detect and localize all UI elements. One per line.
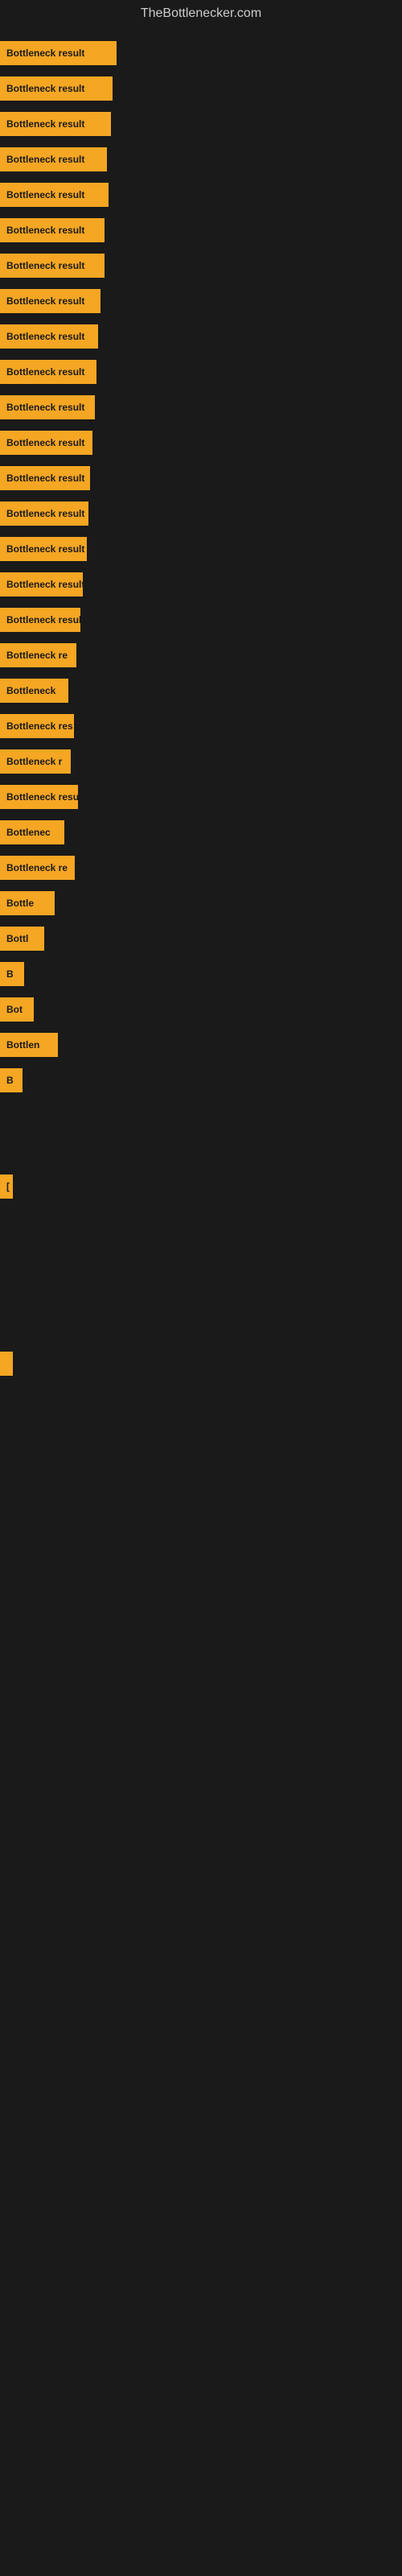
- bar-row: [0, 1275, 402, 1311]
- bar-row: Bottleneck res: [0, 708, 402, 744]
- bar-row: Bottleneck result: [0, 283, 402, 319]
- bottleneck-bar[interactable]: Bottleneck result: [0, 502, 88, 526]
- bottleneck-bar[interactable]: Bottleneck r: [0, 749, 71, 774]
- bar-row: Bottleneck: [0, 673, 402, 708]
- bar-row: Bottle: [0, 886, 402, 921]
- bar-row: Bottleneck result: [0, 567, 402, 602]
- bar-row: Bottleneck result: [0, 425, 402, 460]
- bar-row: Bottleneck r: [0, 744, 402, 779]
- bottleneck-bar[interactable]: Bottl: [0, 927, 44, 951]
- bar-row: B: [0, 1063, 402, 1098]
- bottleneck-bar[interactable]: Bottleneck result: [0, 572, 83, 597]
- bottleneck-bar[interactable]: Bottlen: [0, 1033, 58, 1057]
- bottleneck-bar[interactable]: Bottleneck result: [0, 147, 107, 171]
- bars-container: Bottleneck result Bottleneck result Bottle…: [0, 27, 402, 1389]
- bar-row: Bottleneck re: [0, 638, 402, 673]
- bottleneck-bar[interactable]: Bottleneck result: [0, 608, 80, 632]
- bar-row: [0, 1240, 402, 1275]
- site-title: TheBottlenecker.com: [0, 0, 402, 27]
- bottleneck-bar[interactable]: Bottleneck result: [0, 254, 105, 278]
- bar-row: [0, 1133, 402, 1169]
- bar-row: Bottleneck result: [0, 319, 402, 354]
- bottleneck-bar[interactable]: Bottleneck result: [0, 76, 113, 101]
- bottleneck-bar[interactable]: Bottleneck resu: [0, 785, 78, 809]
- bottleneck-bar[interactable]: Bottleneck: [0, 679, 68, 703]
- bar-row: Bottlen: [0, 1027, 402, 1063]
- bottleneck-bar[interactable]: Bottleneck result: [0, 431, 92, 455]
- bar-row: Bottleneck result: [0, 213, 402, 248]
- bottleneck-bar[interactable]: Bottleneck res: [0, 714, 74, 738]
- bottleneck-bar[interactable]: Bottleneck result: [0, 218, 105, 242]
- bottleneck-bar[interactable]: Bottleneck result: [0, 324, 98, 349]
- bottleneck-bar[interactable]: Bottleneck result: [0, 41, 117, 65]
- bottleneck-bar[interactable]: Bottleneck result: [0, 537, 87, 561]
- bar-row: Bottleneck result: [0, 248, 402, 283]
- bottleneck-bar[interactable]: Bottleneck result: [0, 360, 96, 384]
- bar-row: Bottleneck result: [0, 602, 402, 638]
- bar-row: Bottleneck result: [0, 496, 402, 531]
- bar-row: [0, 1311, 402, 1346]
- bar-row: Bottleneck result: [0, 390, 402, 425]
- bottleneck-bar[interactable]: Bottleneck result: [0, 183, 109, 207]
- bottleneck-bar[interactable]: Bottleneck re: [0, 643, 76, 667]
- bar-row: Bottlenec: [0, 815, 402, 850]
- bottleneck-bar[interactable]: Bottleneck result: [0, 289, 100, 313]
- bottleneck-bar[interactable]: Bottleneck result: [0, 466, 90, 490]
- bar-row: Bottl: [0, 921, 402, 956]
- bar-row: Bottleneck result: [0, 35, 402, 71]
- bar-row: [0, 1204, 402, 1240]
- bar-row: Bottleneck result: [0, 531, 402, 567]
- bottleneck-bar[interactable]: Bottlenec: [0, 820, 64, 844]
- bottleneck-bar[interactable]: Bottle: [0, 891, 55, 915]
- bottleneck-bar[interactable]: Bottleneck re: [0, 856, 75, 880]
- bar-row: Bottleneck re: [0, 850, 402, 886]
- bar-row: Bottleneck result: [0, 460, 402, 496]
- bar-row: Bottleneck resu: [0, 779, 402, 815]
- bottleneck-bar[interactable]: [: [0, 1174, 13, 1199]
- bottleneck-bar[interactable]: [0, 1352, 13, 1376]
- bottleneck-bar[interactable]: B: [0, 962, 24, 986]
- bar-row: [0, 1098, 402, 1133]
- bar-row: Bottleneck result: [0, 142, 402, 177]
- bar-row: Bottleneck result: [0, 354, 402, 390]
- bar-row: Bottleneck result: [0, 71, 402, 106]
- bottleneck-bar[interactable]: Bot: [0, 997, 34, 1022]
- bar-row: [: [0, 1169, 402, 1204]
- bottleneck-bar[interactable]: B: [0, 1068, 23, 1092]
- bar-row: Bottleneck result: [0, 106, 402, 142]
- bar-row: Bottleneck result: [0, 177, 402, 213]
- bar-row: [0, 1346, 402, 1381]
- bottleneck-bar[interactable]: Bottleneck result: [0, 112, 111, 136]
- bar-row: B: [0, 956, 402, 992]
- bar-row: Bot: [0, 992, 402, 1027]
- bottleneck-bar[interactable]: Bottleneck result: [0, 395, 95, 419]
